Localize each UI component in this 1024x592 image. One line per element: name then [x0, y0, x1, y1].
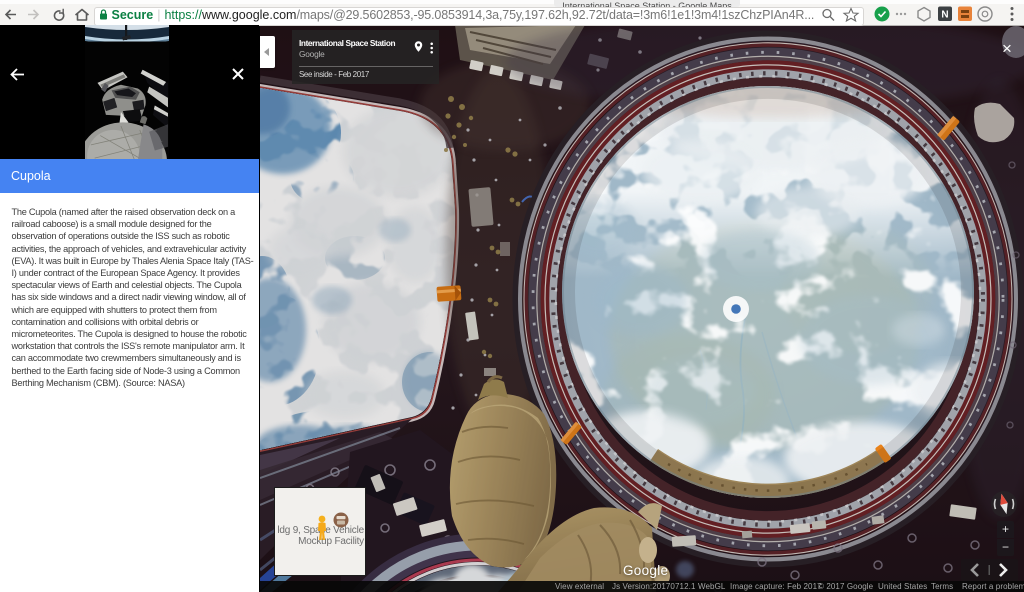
- svg-text:N: N: [941, 10, 948, 21]
